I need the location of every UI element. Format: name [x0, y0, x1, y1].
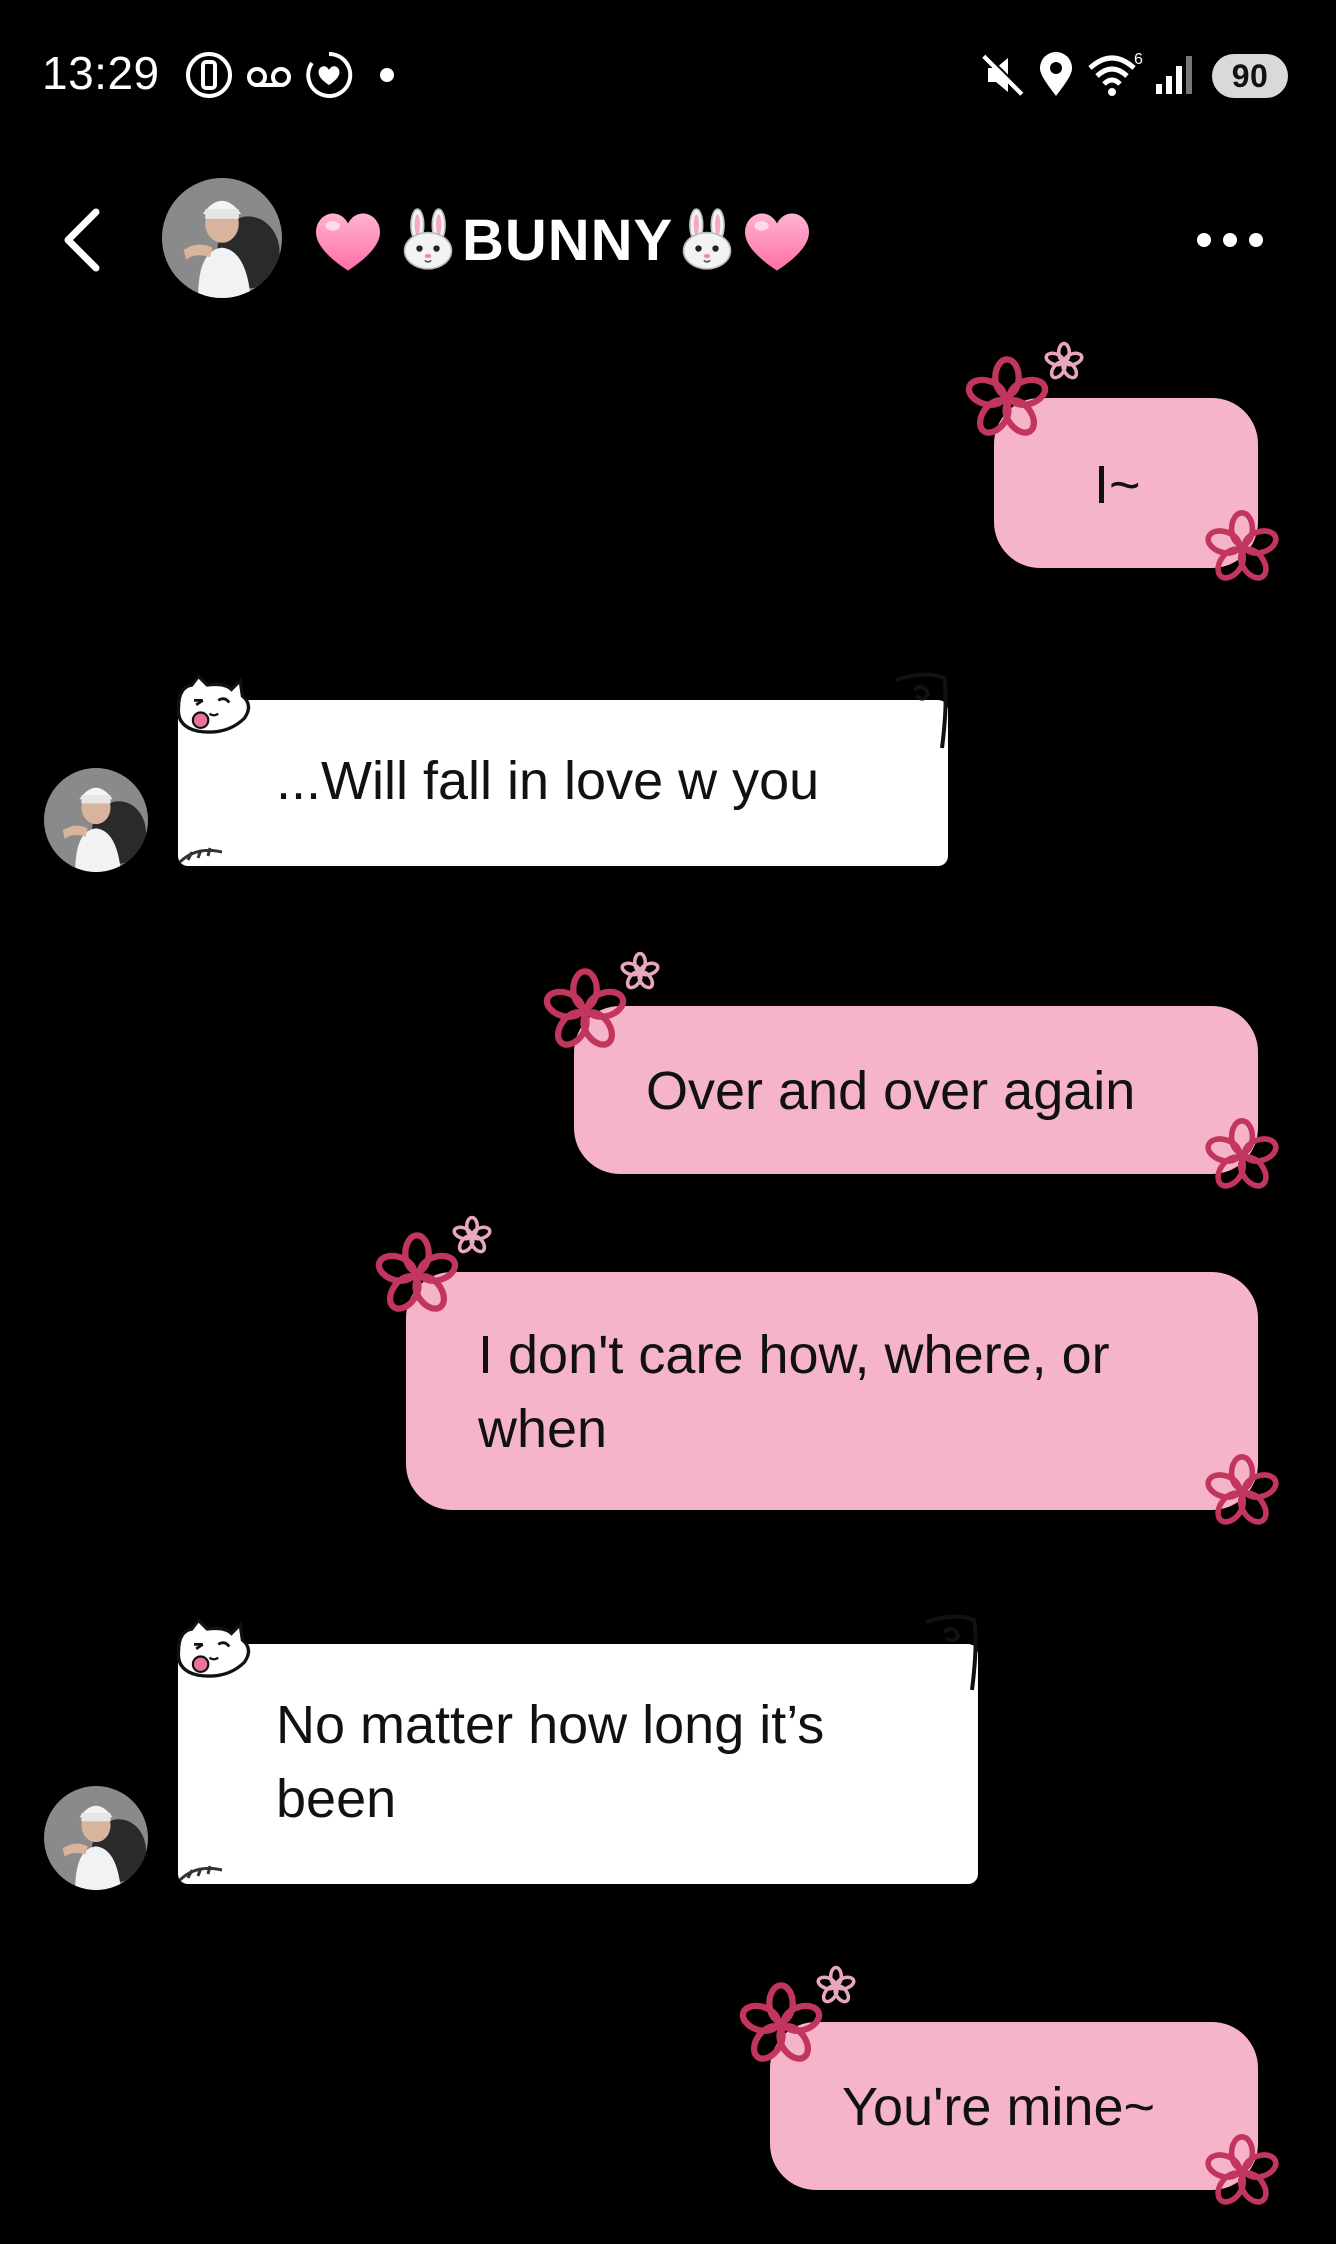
small-flower-icon	[618, 950, 662, 994]
pink-heart-icon	[312, 207, 384, 273]
avatar[interactable]	[44, 1786, 148, 1890]
avatar[interactable]	[162, 178, 282, 298]
contact-name[interactable]: BUNNY	[312, 200, 813, 280]
bunny-icon	[675, 208, 739, 272]
message-text: You're mine~	[842, 2077, 1156, 2137]
flower-icon	[1202, 2132, 1282, 2212]
avatar[interactable]	[44, 768, 148, 872]
mute-icon	[982, 53, 1025, 96]
voicemail-icon	[247, 67, 291, 87]
flower-icon	[372, 1230, 462, 1320]
cat-sticker-icon	[172, 1618, 260, 1684]
location-icon	[1040, 52, 1072, 96]
heart-circle-icon	[306, 51, 353, 98]
paw-doodle-icon	[178, 847, 223, 864]
flower-icon	[1202, 508, 1282, 588]
wifi-icon: 6	[1088, 51, 1143, 96]
chevron-left-icon[interactable]	[52, 200, 112, 280]
incoming-message[interactable]: No matter how long it’s been	[178, 1644, 978, 1884]
flower-icon	[1202, 1452, 1282, 1532]
flower-icon	[540, 966, 630, 1056]
scroll-curl-icon	[925, 1614, 978, 1691]
outgoing-message[interactable]: I don't care how, where, or when	[406, 1272, 1258, 1510]
signal-icon	[1156, 56, 1192, 94]
incoming-message[interactable]: ...Will fall in love w you	[178, 700, 948, 866]
wifi-label: 6	[1134, 51, 1143, 68]
battery-level: 90	[1212, 54, 1288, 98]
message-text: No matter how long it’s been	[276, 1695, 825, 1829]
phone-vibrate-icon	[186, 52, 232, 98]
small-flower-icon	[1042, 340, 1086, 384]
small-flower-icon	[814, 1964, 858, 2008]
message-text: I~	[1094, 455, 1141, 515]
ellipsis-icon[interactable]	[1190, 220, 1270, 260]
status-bar: 13:29 6 90	[0, 0, 1336, 150]
status-time: 13:29	[42, 47, 160, 99]
outgoing-message[interactable]: You're mine~	[770, 2022, 1258, 2190]
contact-name-text: BUNNY	[462, 207, 674, 273]
scroll-curl-icon	[895, 672, 948, 749]
chat-header: BUNNY	[0, 170, 1336, 310]
flower-icon	[962, 354, 1052, 444]
paw-doodle-icon	[178, 1865, 223, 1882]
flower-icon	[736, 1980, 826, 2070]
outgoing-message[interactable]: Over and over again	[574, 1006, 1258, 1174]
message-text: I don't care how, where, or when	[478, 1325, 1110, 1459]
cat-sticker-icon	[172, 674, 260, 740]
pink-heart-icon	[741, 207, 813, 273]
message-text: ...Will fall in love w you	[276, 751, 820, 811]
bunny-icon	[396, 208, 460, 272]
message-text: Over and over again	[646, 1061, 1136, 1121]
flower-icon	[1202, 1116, 1282, 1196]
notification-dot	[380, 68, 394, 82]
small-flower-icon	[450, 1214, 494, 1258]
